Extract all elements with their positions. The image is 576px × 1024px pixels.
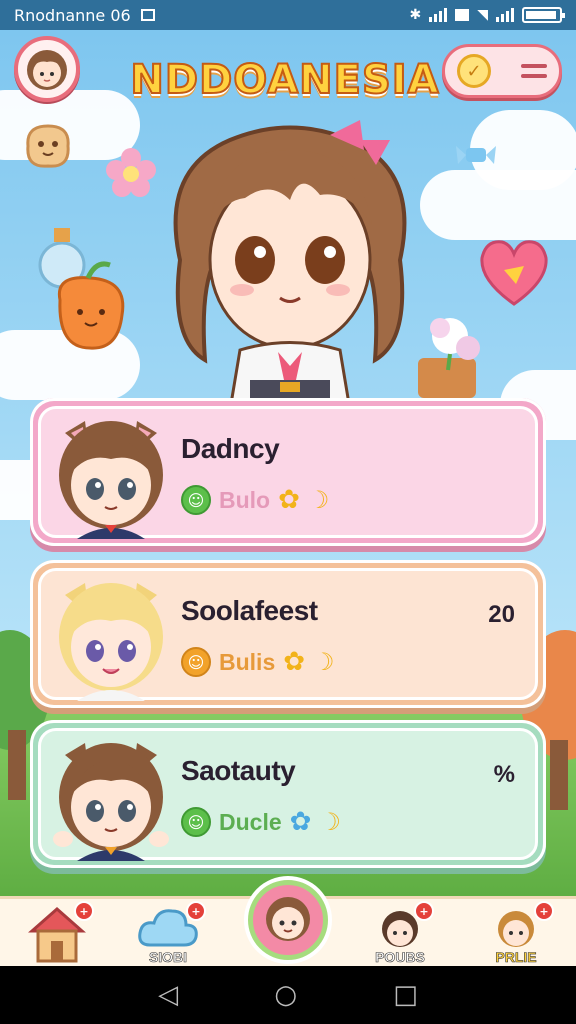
flower-icon: ✿ — [289, 807, 312, 837]
nav-item-poubs[interactable]: + POUBS — [350, 899, 450, 969]
character-status-row: ☺ Bulo ✿ ☽ — [181, 485, 329, 515]
character-status: Bulo — [219, 486, 271, 513]
character-status: Bulis — [219, 648, 276, 675]
character-badge: % — [493, 761, 515, 788]
status-bar-text: Rnodnanne 06 — [14, 5, 131, 25]
character-status-row: ☺ Ducle ✿ ☽ — [181, 807, 341, 837]
menu-button[interactable]: ✓ — [442, 44, 562, 98]
notification-badge: + — [414, 901, 434, 921]
coin-icon: ✓ — [457, 54, 491, 88]
bluetooth-icon: ✱ — [409, 7, 422, 23]
banana-icon: ☽ — [313, 648, 335, 676]
character-card-2[interactable]: Soolafeest ☺ Bulis ✿ ☽ 20 — [30, 560, 546, 708]
status-bar: Rnodnanne 06 ✱ ◥ — [0, 0, 576, 30]
game-logo: NDDOANESIA — [129, 56, 440, 104]
banana-icon: ☽ — [319, 808, 341, 836]
character-card-1[interactable]: Dadncy ☺ Bulo ✿ ☽ — [30, 398, 546, 546]
nav-label: PRLIE — [495, 949, 537, 966]
back-button[interactable]: ◁ — [158, 980, 178, 1010]
candy-icon — [456, 146, 496, 164]
sim-icon — [455, 9, 470, 21]
character-status-row: ☺ Bulis ✿ ☽ — [181, 647, 335, 677]
character-card-3[interactable]: Saotauty ☺ Ducle ✿ ☽ % — [30, 720, 546, 868]
banana-icon: ☽ — [307, 486, 330, 514]
nav-item-home[interactable]: + — [6, 899, 106, 969]
hero-character — [173, 120, 407, 410]
character-status: Ducle — [219, 808, 282, 835]
status-dot-icon: ☺ — [181, 807, 211, 837]
fruit-potion-icon — [38, 228, 125, 350]
home-button[interactable]: ○ — [274, 980, 297, 1010]
profile-avatar-button[interactable] — [14, 36, 80, 102]
nav-item-siobi[interactable]: + SIOBI — [118, 899, 218, 969]
character-name: Saotauty — [181, 755, 296, 786]
avatar-icon — [266, 897, 310, 941]
recents-button[interactable]: □ — [393, 980, 418, 1010]
image-icon — [140, 9, 155, 21]
signal-icon-2 — [496, 8, 514, 22]
system-navigation-bar: ◁ ○ □ — [0, 966, 576, 1024]
cookie-icon — [26, 124, 70, 168]
notification-badge: + — [534, 901, 554, 921]
nav-label: SIOBI — [148, 949, 188, 966]
nav-item-prlie[interactable]: + PRLIE — [466, 899, 566, 969]
hamburger-icon — [521, 64, 547, 78]
avatar-icon — [27, 50, 67, 90]
wifi-icon: ◥ — [477, 7, 488, 23]
character-name: Dadncy — [181, 433, 280, 464]
notification-badge: + — [186, 901, 206, 921]
character-name: Soolafeest — [181, 595, 318, 626]
status-dot-icon: ☺ — [181, 485, 211, 515]
heart-icon — [480, 240, 548, 306]
nav-item-center-avatar[interactable] — [248, 880, 328, 960]
character-portrait-soolafeest — [59, 583, 163, 701]
signal-icon — [429, 8, 448, 22]
flower-icon: ✿ — [283, 647, 306, 677]
nav-label: POUBS — [375, 949, 425, 966]
status-dot-icon: ☺ — [181, 647, 211, 677]
character-portrait-dadncy — [59, 421, 163, 539]
character-badge: 20 — [488, 601, 515, 628]
notification-badge: + — [74, 901, 94, 921]
flower-icon: ✿ — [278, 485, 300, 515]
battery-icon — [522, 7, 565, 23]
character-portrait-saotauty — [53, 743, 169, 861]
